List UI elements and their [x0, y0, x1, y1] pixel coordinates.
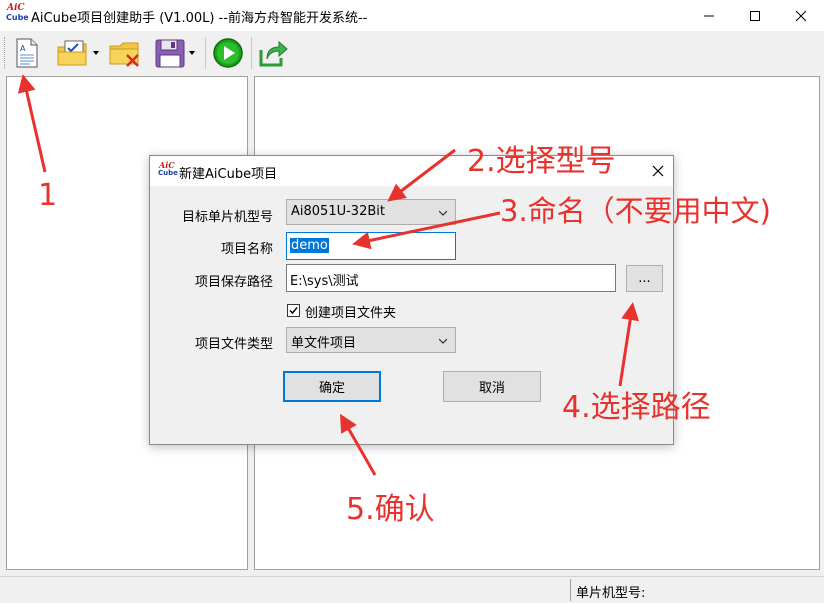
toolbar-separator [205, 37, 206, 69]
save-dropdown-arrow[interactable] [188, 51, 195, 55]
new-project-button[interactable]: A [10, 35, 44, 71]
close-project-button[interactable] [106, 35, 144, 71]
logo-text-bottom: Cube [6, 13, 29, 22]
minimize-button[interactable] [686, 0, 732, 31]
toolbar-grip[interactable] [4, 37, 7, 69]
app-logo-icon: AiC Cube [6, 3, 29, 26]
export-button[interactable] [255, 35, 291, 71]
chevron-down-icon [439, 210, 447, 216]
status-mcu-label: 单片机型号: [576, 586, 646, 601]
window-title: AiCube项目创建助手 (V1.00L) --前海方舟智能开发系统-- [31, 11, 368, 26]
maximize-icon [750, 10, 760, 21]
minimize-icon [704, 15, 714, 16]
mcu-select[interactable]: Ai8051U-32Bit [286, 199, 456, 225]
status-bar: 单片机型号: [0, 576, 824, 603]
project-path-value: E:\sys\测试 [290, 274, 359, 289]
svg-text:A: A [20, 44, 26, 53]
create-folder-checkbox[interactable] [287, 304, 300, 317]
annotation-step5: 5.确认 [346, 492, 435, 527]
export-icon [259, 40, 288, 67]
project-type-select[interactable]: 单文件项目 [286, 327, 456, 353]
chevron-down-icon [439, 338, 447, 344]
path-label: 项目保存路径 [194, 275, 273, 290]
browse-label: ... [638, 271, 651, 286]
annotation-step2: 2.选择型号 [467, 144, 616, 179]
mcu-label: 目标单片机型号 [181, 210, 273, 225]
dialog-logo-icon: AiC Cube [158, 160, 178, 180]
annotation-step3: 3.命名（不要用中文) [500, 194, 771, 228]
type-label: 项目文件类型 [194, 337, 273, 352]
cancel-button[interactable]: 取消 [443, 371, 541, 402]
title-bar: AiC Cube AiCube项目创建助手 (V1.00L) --前海方舟智能开… [0, 0, 824, 31]
project-name-input[interactable]: demo [286, 232, 456, 260]
app-window: AiC Cube AiCube项目创建助手 (V1.00L) --前海方舟智能开… [0, 0, 824, 603]
dialog-logo-text-bottom: Cube [158, 169, 178, 177]
project-path-input[interactable]: E:\sys\测试 [286, 264, 616, 292]
mcu-select-value: Ai8051U-32Bit [291, 204, 385, 219]
toolbar-separator [251, 37, 252, 69]
checkmark-icon [289, 307, 298, 315]
create-folder-label[interactable]: 创建项目文件夹 [305, 302, 396, 321]
project-type-value: 单文件项目 [291, 336, 357, 351]
toolbar: A [0, 31, 824, 74]
logo-text-top: AiC [7, 3, 25, 13]
run-button[interactable] [209, 35, 247, 71]
close-icon [652, 165, 664, 177]
delete-folder-icon [109, 42, 139, 67]
checklist-folder-icon [57, 40, 86, 66]
save-button[interactable] [148, 35, 200, 71]
close-button[interactable] [778, 0, 824, 31]
maximize-button[interactable] [732, 0, 778, 31]
new-document-icon: A [16, 38, 38, 68]
browse-button[interactable]: ... [626, 265, 663, 292]
save-icon [155, 39, 184, 68]
open-dropdown-arrow[interactable] [92, 51, 99, 55]
annotation-step4: 4.选择路径 [562, 390, 711, 425]
annotation-step1: 1 [38, 178, 58, 213]
ok-label: 确定 [318, 381, 345, 396]
cancel-label: 取消 [478, 381, 505, 396]
project-name-value: demo [290, 238, 329, 253]
open-project-button[interactable] [52, 35, 102, 71]
ok-button[interactable]: 确定 [283, 371, 381, 402]
run-icon [213, 38, 243, 68]
close-icon [795, 10, 807, 21]
dialog-close-button[interactable] [643, 156, 673, 186]
dialog-title: 新建AiCube项目 [179, 167, 278, 182]
name-label: 项目名称 [220, 242, 273, 257]
status-separator [570, 579, 571, 601]
